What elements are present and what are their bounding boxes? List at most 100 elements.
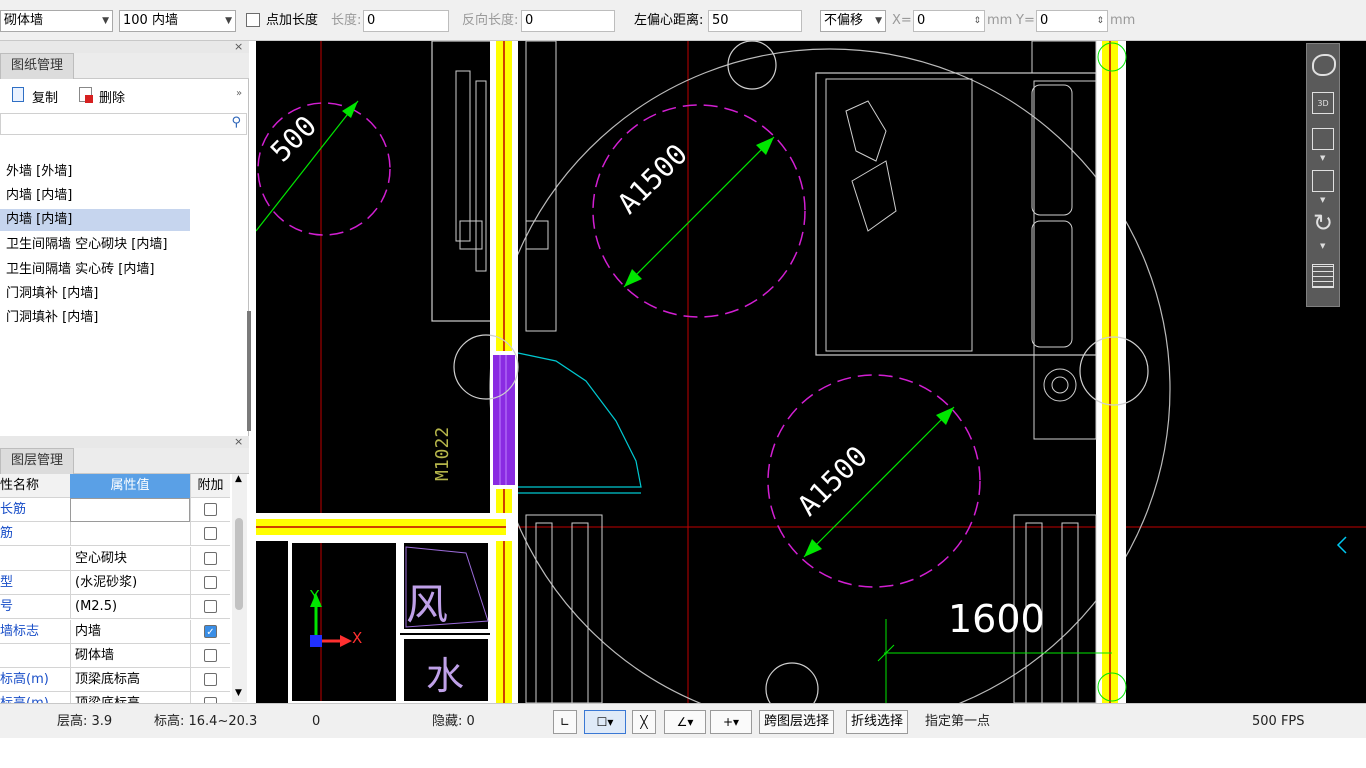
list-item-selected[interactable]: 内墙 [内墙]	[0, 209, 190, 231]
copy-label: 复制	[32, 91, 59, 106]
chevron-down-icon[interactable]: ▼	[1320, 196, 1325, 204]
length-input[interactable]: 0	[363, 10, 449, 32]
chevron-down-icon[interactable]: ▼	[1320, 154, 1325, 162]
grid-row[interactable]: 型 (水泥砂浆)	[0, 570, 230, 595]
tab-layer-management[interactable]: 图层管理	[0, 448, 75, 474]
list-item[interactable]: 卫生间隔墙 空心砌块 [内墙]	[0, 234, 190, 256]
chevron-down-icon: ▼	[875, 16, 882, 26]
append-checkbox[interactable]	[204, 600, 217, 614]
angle-icon[interactable]: ∠▾	[664, 710, 706, 734]
close-icon[interactable]: ×	[234, 41, 243, 53]
chevron-down-icon[interactable]: ▼	[1320, 242, 1325, 250]
selection-mode-icon[interactable]: ☐▾	[584, 710, 626, 734]
scrollbar-thumb[interactable]	[235, 518, 243, 610]
offset-mode-select[interactable]: 不偏移 ▼	[820, 10, 886, 32]
ucs-y-label: Y	[310, 587, 320, 605]
search-input[interactable]: ⚲	[0, 113, 247, 135]
layer-management-panel: × 图层管理 性名称 属性值 附加 长筋筋空心砌块型 (水泥砂浆) 号 (M2.5) 墙…	[0, 436, 249, 717]
property-value[interactable]: (水泥砂浆)	[70, 570, 190, 595]
door-purple	[493, 355, 515, 485]
property-value[interactable]: 空心砌块	[70, 546, 190, 571]
snap-icon[interactable]: +▾	[710, 710, 752, 734]
y-unit: mm	[1110, 13, 1136, 28]
orbit-icon[interactable]	[1312, 54, 1336, 76]
grid-row[interactable]: 墙标志 内墙 ✓	[0, 619, 230, 644]
rotate-icon[interactable]: ↻	[1313, 210, 1333, 236]
add-length-checkbox[interactable]	[246, 13, 260, 27]
list-item[interactable]: 门洞填补 [内墙]	[0, 283, 190, 305]
command-prompt: 指定第一点	[925, 714, 991, 729]
spin-icon[interactable]: ⇕	[1096, 11, 1104, 31]
append-cell	[190, 595, 230, 620]
property-value[interactable]: 砌体墙	[70, 643, 190, 668]
append-checkbox[interactable]	[204, 648, 217, 662]
cross-layer-select-button[interactable]: 跨图层选择	[759, 710, 835, 734]
drawing-canvas[interactable]: A1500 A1500 500 M1022 1600 风 水 X Y 3D ▼ …	[256, 41, 1366, 703]
grid-row[interactable]: 砌体墙	[0, 643, 230, 668]
list-item[interactable]: 门洞填补 [内墙]	[0, 307, 190, 329]
list-item[interactable]: 外墙 [外墙]	[0, 161, 190, 183]
append-checkbox[interactable]	[204, 673, 217, 687]
cabinet-detail	[525, 220, 549, 250]
grid-row[interactable]: 号 (M2.5)	[0, 595, 230, 620]
cross-icon[interactable]: ╳	[632, 710, 656, 734]
ortho-icon[interactable]: ∟	[553, 710, 577, 734]
lamp	[1043, 368, 1077, 402]
list-item[interactable]: 内墙 [内墙]	[0, 185, 190, 207]
room-label: 风	[406, 580, 449, 629]
list-item-label: 内墙 [内墙]	[6, 188, 73, 203]
door-label: M1022	[432, 426, 453, 481]
search-icon[interactable]: ⚲	[231, 115, 241, 130]
more-icon[interactable]: »	[236, 88, 242, 99]
layers-icon[interactable]	[1312, 264, 1334, 288]
close-icon[interactable]: ×	[234, 436, 243, 448]
scroll-up-icon[interactable]: ▲	[235, 474, 242, 484]
grid-row[interactable]: 筋	[0, 522, 230, 547]
reverse-length-input[interactable]: 0	[521, 10, 615, 32]
property-value[interactable]	[70, 522, 190, 547]
panel-titlebar: ×	[0, 436, 249, 448]
x-input[interactable]: 0 ⇕	[913, 10, 985, 32]
left-offset-value: 50	[712, 13, 729, 28]
cabinet-detail	[459, 220, 483, 250]
x-value: 0	[917, 13, 926, 28]
box-view-icon[interactable]	[1312, 170, 1334, 192]
property-value[interactable]: 顶梁底标高	[70, 668, 190, 693]
splitter-handle[interactable]	[247, 311, 251, 431]
append-checkbox[interactable]	[204, 503, 217, 516]
status-zero: 0	[312, 714, 321, 729]
top-view-icon[interactable]	[1312, 128, 1334, 150]
grid-row[interactable]: 空心砌块	[0, 546, 230, 571]
scrollbar[interactable]: ▲ ▼	[232, 474, 247, 702]
append-checkbox[interactable]	[204, 575, 217, 589]
grid-header: 性名称 属性值 附加	[0, 474, 230, 498]
scroll-down-icon[interactable]: ▼	[235, 688, 242, 698]
ucs-origin	[310, 635, 322, 647]
append-cell	[190, 498, 230, 522]
3d-view-icon[interactable]: 3D	[1312, 92, 1334, 114]
cabinet-detail	[475, 80, 487, 272]
grid-row[interactable]: 标高(m) 顶梁底标高	[0, 668, 230, 693]
property-value[interactable]: (M2.5)	[70, 595, 190, 620]
panel-tabbar: 图层管理	[0, 448, 249, 474]
grid-row[interactable]: 长筋	[0, 498, 230, 522]
append-checkbox-checked[interactable]: ✓	[204, 624, 217, 638]
wall-type-select[interactable]: 砌体墙 ▼	[0, 10, 113, 32]
polyline-select-button[interactable]: 折线选择	[846, 710, 909, 734]
list-item-label: 外墙 [外墙]	[6, 164, 73, 179]
spin-icon[interactable]: ⇕	[973, 11, 981, 31]
property-toolbar: 砌体墙 ▼ 100 内墙 ▼ 点加长度 长度: 0 反向长度: 0 左偏心距离:…	[0, 0, 1366, 41]
append-checkbox[interactable]	[204, 551, 217, 565]
property-value[interactable]: 内墙	[70, 619, 190, 644]
wardrobe	[525, 514, 603, 703]
add-length-label: 点加长度	[266, 13, 319, 28]
property-value[interactable]	[70, 498, 190, 522]
tab-drawing-management[interactable]: 图纸管理	[0, 53, 75, 79]
left-offset-input[interactable]: 50	[708, 10, 802, 32]
left-offset-label: 左偏心距离:	[634, 13, 704, 28]
append-checkbox[interactable]	[204, 527, 217, 541]
wall-spec-select[interactable]: 100 内墙 ▼	[119, 10, 236, 32]
pillow	[1031, 84, 1073, 216]
y-input[interactable]: 0 ⇕	[1036, 10, 1108, 32]
list-item[interactable]: 卫生间隔墙 实心砖 [内墙]	[0, 259, 190, 281]
